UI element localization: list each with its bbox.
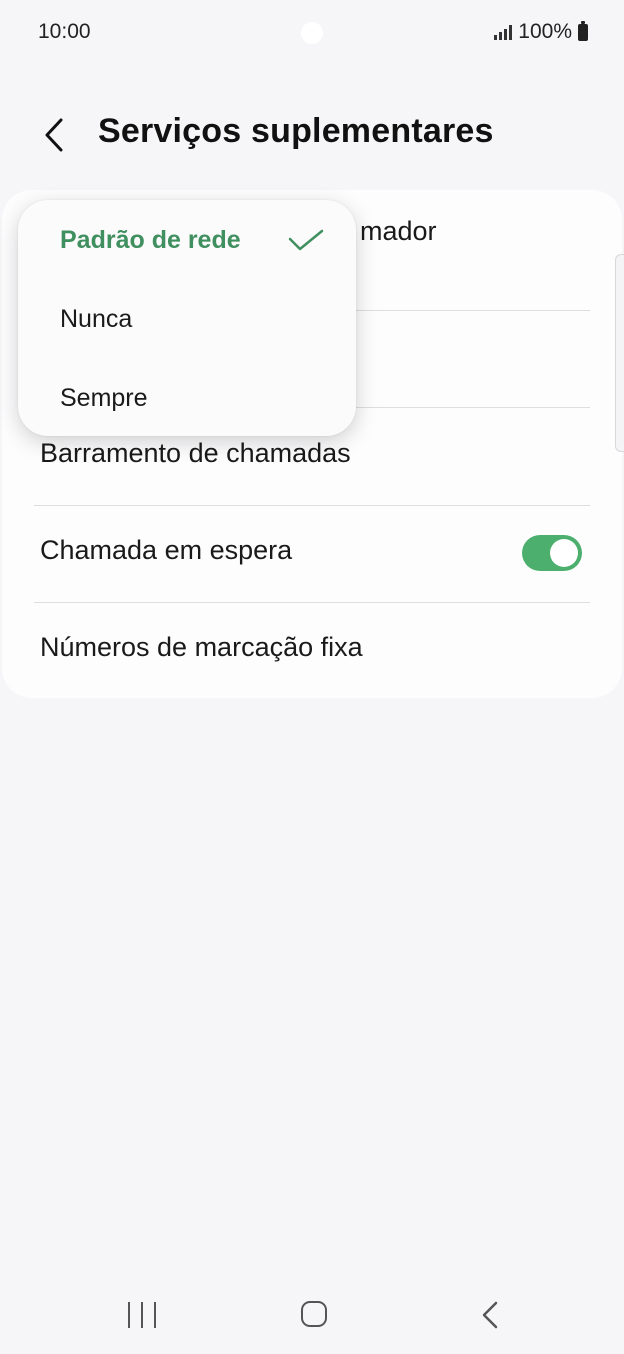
caller-id-dropdown: Padrão de rede Nunca Sempre: [18, 200, 356, 436]
scrollbar[interactable]: [615, 254, 624, 452]
page-title: Serviços suplementares: [98, 112, 494, 150]
status-indicators: 100%: [494, 20, 588, 44]
option-network-default[interactable]: Padrão de rede: [60, 226, 241, 255]
status-time: 10:00: [38, 20, 91, 43]
option-always[interactable]: Sempre: [60, 384, 148, 413]
list-item-label: mador: [360, 216, 437, 246]
list-item-label: Números de marcação fixa: [40, 632, 363, 662]
divider: [34, 602, 590, 603]
camera-cutout: [301, 22, 323, 44]
back-icon[interactable]: [478, 1300, 502, 1330]
battery-percent: 100%: [518, 20, 572, 43]
signal-icon: [494, 24, 513, 40]
home-icon[interactable]: [301, 1301, 327, 1327]
checkmark-icon: [288, 229, 324, 251]
call-waiting-toggle[interactable]: [522, 535, 582, 571]
list-item-label: Barramento de chamadas: [40, 438, 351, 468]
navigation-bar: [0, 1290, 624, 1338]
list-item-call-waiting[interactable]: Chamada em espera: [40, 535, 584, 566]
screen: 10:00 100% Serviços suplementares mador …: [0, 0, 624, 1354]
battery-icon: [578, 20, 588, 41]
toggle-knob: [550, 539, 578, 567]
list-item-label: Chamada em espera: [40, 535, 293, 565]
divider: [34, 505, 590, 506]
list-item-fixed-dialing[interactable]: Números de marcação fixa: [40, 632, 584, 663]
recent-apps-icon[interactable]: [128, 1302, 156, 1328]
back-button[interactable]: [34, 112, 74, 158]
chevron-left-icon: [45, 118, 63, 152]
option-never[interactable]: Nunca: [60, 305, 132, 334]
list-item-caller-id[interactable]: mador: [360, 216, 584, 247]
list-item-call-barring[interactable]: Barramento de chamadas: [40, 438, 584, 469]
